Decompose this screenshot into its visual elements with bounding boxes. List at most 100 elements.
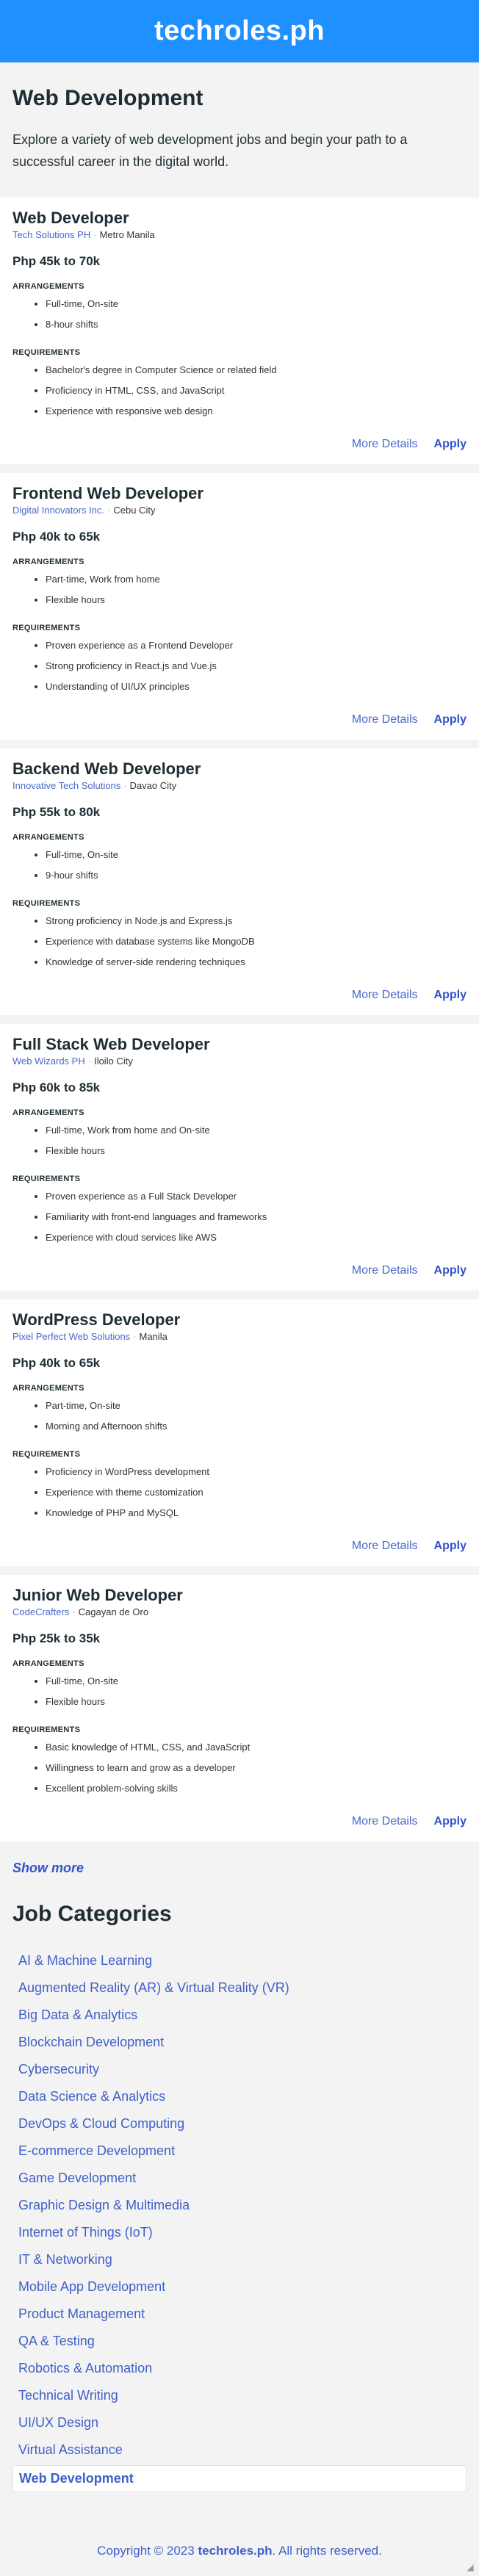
category-link[interactable]: E-commerce Development xyxy=(12,2143,175,2159)
company-name[interactable]: Web Wizards PH xyxy=(12,1056,85,1067)
apply-link[interactable]: Apply xyxy=(434,1815,467,1828)
page-title: Web Development xyxy=(12,86,204,110)
company-name[interactable]: Innovative Tech Solutions xyxy=(12,780,120,791)
category-link[interactable]: UI/UX Design xyxy=(12,2415,98,2431)
job-actions: More Details Apply xyxy=(352,438,467,451)
apply-link[interactable]: Apply xyxy=(434,1264,467,1277)
more-details-link[interactable]: More Details xyxy=(352,1264,418,1277)
company-name[interactable]: CodeCrafters xyxy=(12,1606,69,1617)
arrangements-list: Full-time, On-site9-hour shifts xyxy=(12,845,467,886)
requirements-label: REQUIREMENTS xyxy=(12,1725,81,1734)
category-link[interactable]: Augmented Reality (AR) & Virtual Reality… xyxy=(12,1980,289,1996)
job-title[interactable]: WordPress Developer xyxy=(12,1310,467,1330)
category-link[interactable]: Graphic Design & Multimedia xyxy=(12,2198,190,2213)
apply-link[interactable]: Apply xyxy=(434,989,467,1002)
category-item: IT & Networking xyxy=(12,2246,467,2273)
site-header: techroles.ph xyxy=(0,0,479,62)
arrangement-item: Full-time, On-site xyxy=(46,294,467,314)
show-more-link[interactable]: Show more xyxy=(12,1861,84,1875)
more-details-link[interactable]: More Details xyxy=(352,713,418,726)
category-item: Cybersecurity xyxy=(12,2056,467,2083)
category-link[interactable]: Mobile App Development xyxy=(12,2279,165,2295)
category-link[interactable]: Blockchain Development xyxy=(12,2035,164,2050)
apply-link[interactable]: Apply xyxy=(434,1540,467,1553)
meta-separator: · xyxy=(72,1606,76,1617)
arrangements-list: Full-time, Work from home and On-siteFle… xyxy=(12,1120,467,1161)
category-link[interactable]: Cybersecurity xyxy=(12,2062,99,2077)
job-location: Cagayan de Oro xyxy=(78,1606,149,1617)
category-item: Big Data & Analytics xyxy=(12,2002,467,2029)
requirements-label: REQUIREMENTS xyxy=(12,1175,81,1183)
salary-min: 40k xyxy=(39,1356,61,1370)
salary-to: to xyxy=(63,530,76,544)
apply-link[interactable]: Apply xyxy=(434,713,467,726)
job-location: Iloilo City xyxy=(94,1056,133,1067)
category-link[interactable]: Product Management xyxy=(12,2306,145,2322)
category-link[interactable]: IT & Networking xyxy=(12,2252,112,2267)
category-link[interactable]: Virtual Assistance xyxy=(12,2442,123,2458)
company-name[interactable]: Pixel Perfect Web Solutions xyxy=(12,1331,130,1342)
requirement-item: Understanding of UI/UX principles xyxy=(46,677,467,697)
more-details-link[interactable]: More Details xyxy=(352,1540,418,1553)
company-name[interactable]: Digital Innovators Inc. xyxy=(12,505,104,516)
job-title[interactable]: Frontend Web Developer xyxy=(12,484,467,503)
job-card: Backend Web Developer Innovative Tech So… xyxy=(0,748,479,1015)
category-link[interactable]: Web Development xyxy=(13,2471,134,2486)
category-link[interactable]: Robotics & Automation xyxy=(12,2361,152,2376)
meta-separator: · xyxy=(87,1056,92,1067)
category-item: Internet of Things (IoT) xyxy=(12,2219,467,2246)
job-actions: More Details Apply xyxy=(352,989,467,1002)
category-link[interactable]: Data Science & Analytics xyxy=(12,2089,165,2104)
apply-link[interactable]: Apply xyxy=(434,438,467,451)
page: techroles.ph Web Development Explore a v… xyxy=(0,0,479,2576)
arrangements-label: ARRANGEMENTS xyxy=(12,1659,84,1668)
arrangement-item: Morning and Afternoon shifts xyxy=(46,1416,467,1437)
category-link[interactable]: DevOps & Cloud Computing xyxy=(12,2116,184,2132)
site-logo[interactable]: techroles.ph xyxy=(154,15,325,47)
requirements-label: REQUIREMENTS xyxy=(12,899,81,908)
salary-min: 60k xyxy=(39,1080,61,1094)
category-link[interactable]: Technical Writing xyxy=(12,2388,118,2403)
salary-to: to xyxy=(63,1356,76,1370)
arrangements-label: ARRANGEMENTS xyxy=(12,1384,84,1393)
job-title[interactable]: Web Developer xyxy=(12,209,467,228)
company-name[interactable]: Tech Solutions PH xyxy=(12,229,90,240)
more-details-link[interactable]: More Details xyxy=(352,438,418,451)
salary-range: Php 40k to 65k xyxy=(12,1356,467,1371)
job-title[interactable]: Backend Web Developer xyxy=(12,760,467,779)
category-link[interactable]: Big Data & Analytics xyxy=(12,2007,137,2023)
more-details-link[interactable]: More Details xyxy=(352,989,418,1002)
requirement-item: Familiarity with front-end languages and… xyxy=(46,1207,467,1227)
category-item: Robotics & Automation xyxy=(12,2355,467,2382)
job-meta: Tech Solutions PH · Metro Manila xyxy=(12,229,467,240)
more-details-link[interactable]: More Details xyxy=(352,1815,418,1828)
requirement-item: Excellent problem-solving skills xyxy=(46,1778,467,1799)
job-meta: Innovative Tech Solutions · Davao City xyxy=(12,780,467,791)
requirement-item: Strong proficiency in React.js and Vue.j… xyxy=(46,656,467,677)
salary-prefix: Php xyxy=(12,530,37,544)
arrangements-label: ARRANGEMENTS xyxy=(12,833,84,842)
resize-grip-icon[interactable]: ◢ xyxy=(464,2561,476,2573)
requirement-item: Experience with theme customization xyxy=(46,1482,467,1503)
job-card: WordPress Developer Pixel Perfect Web So… xyxy=(0,1299,479,1566)
salary-max: 35k xyxy=(79,1631,101,1645)
job-categories-section: Job Categories AI & Machine Learning Augm… xyxy=(0,1902,479,2492)
salary-max: 65k xyxy=(79,1356,101,1370)
category-link[interactable]: AI & Machine Learning xyxy=(12,1953,152,1969)
category-item: Graphic Design & Multimedia xyxy=(12,2192,467,2219)
salary-to: to xyxy=(63,1080,76,1094)
category-link[interactable]: Game Development xyxy=(12,2171,136,2186)
job-title[interactable]: Full Stack Web Developer xyxy=(12,1035,467,1054)
requirement-item: Proven experience as a Full Stack Develo… xyxy=(46,1186,467,1207)
requirement-item: Bachelor's degree in Computer Science or… xyxy=(46,360,467,380)
salary-to: to xyxy=(63,254,76,268)
category-link[interactable]: QA & Testing xyxy=(12,2334,95,2349)
category-link[interactable]: Internet of Things (IoT) xyxy=(12,2225,153,2240)
footer-suffix: . All rights reserved. xyxy=(272,2544,382,2558)
job-title[interactable]: Junior Web Developer xyxy=(12,1586,467,1605)
job-actions: More Details Apply xyxy=(352,1264,467,1277)
requirement-item: Strong proficiency in Node.js and Expres… xyxy=(46,911,467,931)
footer-brand[interactable]: techroles.ph xyxy=(198,2544,272,2558)
arrangements-list: Full-time, On-siteFlexible hours xyxy=(12,1671,467,1712)
requirements-label: REQUIREMENTS xyxy=(12,348,81,357)
